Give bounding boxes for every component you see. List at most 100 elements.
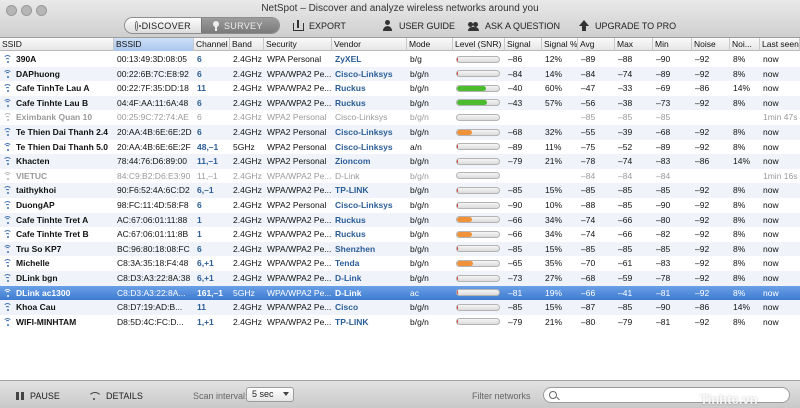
network-row[interactable]: VIETUC 84:C9:B2:D6:E3:90 11,–1 2.4GHz WPA/WP…	[0, 169, 800, 184]
bssid-cell: 84:C9:B2:D6:E3:90	[117, 170, 191, 181]
network-row[interactable]: Cafe Tinhte Lau B 04:4F:AA:11:6A:48 6 2.4GH…	[0, 95, 800, 111]
bssid-cell: 00:22:6B:7C:E8:92	[117, 68, 189, 79]
band-cell: 5GHz	[233, 141, 255, 152]
details-button[interactable]: DETAILS	[88, 390, 143, 402]
column-header-band[interactable]: Band	[230, 38, 264, 51]
network-row[interactable]: Cafe TinhTe Lau A 00:22:7F:35:DD:18 11 2.4G…	[0, 81, 800, 96]
network-row[interactable]: Te Thien Dai Thanh 2.4 20:AA:4B:6E:6E:2D 6…	[0, 125, 800, 140]
network-row[interactable]: 390A 00:13:49:3D:08:05 6 2.4GHz WPA Personal…	[0, 52, 800, 67]
noise-cell: –92	[695, 68, 710, 79]
column-header-max[interactable]: Max	[615, 38, 653, 51]
discover-label: DISCOVER	[141, 20, 191, 31]
ssid-cell: Cafe Tinhte Lau B	[0, 96, 114, 111]
band-cell: 2.4GHz	[233, 97, 262, 108]
noise-cell: –86	[695, 156, 710, 167]
band-cell: 2.4GHz	[233, 83, 262, 94]
ssid-text: Cafe TinhTe Lau A	[16, 83, 90, 94]
noise-pct-cell: 8%	[733, 127, 746, 137]
last-seen-cell: 1min 16s	[763, 170, 798, 181]
column-header-avg[interactable]: Avg	[578, 38, 615, 51]
scan-interval-label: Scan interval:	[193, 391, 248, 401]
column-header-bssid[interactable]: BSSID	[114, 38, 194, 51]
network-row[interactable]: Cafe Tinhte Tret A AC:67:06:01:11:88 1 2.4G…	[0, 212, 800, 228]
ssid-text: Cafe Tinhte Tret A	[16, 214, 89, 225]
vendor-cell: Cisco-Linksys	[335, 112, 388, 123]
column-header-security[interactable]: Security	[264, 38, 332, 51]
noise-cell: –92	[695, 273, 710, 283]
network-row[interactable]: DLink ac1300 C8:D3:A3:22:8A... 161,–1 5GHz W…	[0, 285, 800, 301]
network-row[interactable]: DuongAP 98:FC:11:4D:58:F8 6 2.4GHz WPA2 Pers…	[0, 198, 800, 213]
column-header-noise[interactable]: Noise	[692, 38, 730, 51]
ssid-text: DLink ac1300	[16, 287, 71, 298]
last-seen-cell: now	[763, 258, 779, 269]
snr-track	[456, 143, 500, 151]
min-cell: –82	[656, 229, 671, 240]
band-cell: 2.4GHz	[233, 273, 262, 283]
network-row[interactable]: taithykhoi 90:F6:52:4A:6C:D2 6,–1 2.4GHz WPA…	[0, 183, 800, 198]
discover-tab[interactable]: DISCOVER	[125, 18, 201, 33]
scan-interval-select[interactable]: 5 sec	[246, 387, 294, 402]
network-row[interactable]: WIFI-MINHTAM D8:5D:4C:FC:D... 1,+1 2.4GHz WP…	[0, 315, 800, 330]
signal-pct-cell: 19%	[545, 287, 563, 298]
mode-cell: b/g/n	[410, 273, 429, 283]
user-guide-label: USER GUIDE	[399, 20, 456, 31]
mode-cell: b/g/n	[410, 83, 429, 94]
wifi-icon	[3, 230, 12, 239]
column-header-min[interactable]: Min	[653, 38, 692, 51]
survey-tab[interactable]: SURVEY	[201, 18, 279, 33]
snr-track	[456, 289, 500, 297]
column-header-snr[interactable]: Level (SNR)	[453, 38, 505, 51]
mode-cell: b/g/n	[410, 200, 429, 210]
max-cell: –79	[618, 316, 633, 327]
column-header-vendor[interactable]: Vendor	[332, 38, 407, 51]
bssid-cell: 00:13:49:3D:08:05	[117, 54, 187, 64]
snr-level-bar	[453, 242, 505, 257]
channel-cell: 6,+1	[197, 258, 214, 269]
wifi-icon	[3, 186, 12, 195]
noise-cell: –86	[695, 302, 710, 313]
band-cell: 2.4GHz	[233, 54, 262, 64]
network-row[interactable]: Eximbank Quan 10 00:25:9C:72:74:AE 6 2.4GHz…	[0, 110, 800, 125]
wifi-icon	[3, 288, 12, 298]
column-header-signal-pct[interactable]: Signal %	[542, 38, 578, 51]
column-header-channel[interactable]: Channel	[194, 38, 230, 51]
upgrade-button[interactable]: UPGRADE TO PRO	[578, 19, 676, 32]
network-row[interactable]: Cafe Tinhte Tret B AC:67:06:01:11:8B 1 2.4G…	[0, 227, 800, 242]
vendor-cell: D-Link	[335, 287, 362, 298]
mode-cell: a/n	[410, 141, 422, 152]
last-seen-cell: now	[763, 83, 779, 94]
survey-pin-icon	[212, 20, 220, 31]
last-seen-cell: now	[763, 243, 779, 254]
export-button[interactable]: EXPORT	[292, 19, 346, 32]
snr-fill	[457, 260, 473, 266]
column-header-mode[interactable]: Mode	[407, 38, 453, 51]
network-row[interactable]: DAPhuong 00:22:6B:7C:E8:92 6 2.4GHz WPA/WPA2…	[0, 66, 800, 82]
band-cell: 2.4GHz	[233, 316, 262, 327]
wifi-icon	[3, 157, 12, 166]
network-row[interactable]: Te Thien Dai Thanh 5.0 20:AA:4B:6E:6E:2F 4…	[0, 140, 800, 155]
network-row[interactable]: Michelle C8:3A:35:18:F4:48 6,+1 2.4GHz WPA/W…	[0, 256, 800, 271]
column-header-noise-pct[interactable]: Noi...	[730, 38, 760, 51]
ask-question-button[interactable]: ASK A QUESTION	[468, 19, 560, 32]
column-header-ssid[interactable]: SSID	[0, 38, 114, 51]
avg-cell: –74	[581, 214, 596, 225]
signal-cell: –66	[508, 229, 523, 240]
pause-button[interactable]: PAUSE	[16, 390, 60, 402]
max-cell: –74	[618, 68, 633, 79]
user-guide-button[interactable]: USER GUIDE	[382, 19, 455, 32]
last-seen-cell: 1min 47s	[763, 112, 798, 123]
column-header-signal[interactable]: Signal	[505, 38, 542, 51]
security-cell: WPA2 Personal	[267, 156, 327, 167]
network-row[interactable]: Khacten 78:44:76:D6:89:00 11,–1 2.4GHz WPA2 …	[0, 154, 800, 169]
network-row[interactable]: Tru So KP7 BC:96:80:18:08:FC 6 2.4GHz WPA/WP…	[0, 241, 800, 257]
snr-level-bar	[453, 271, 505, 286]
vendor-cell: Shenzhen	[335, 243, 376, 254]
snr-level-bar	[453, 81, 505, 96]
network-row[interactable]: Khoa Cau C8:D7:19:AD:B... 11 2.4GHz WPA/WPA2…	[0, 300, 800, 315]
snr-level-bar	[453, 315, 505, 330]
network-row[interactable]: DLink bgn C8:D3:A3:22:8A:38 6,+1 2.4GHz WPA/…	[0, 271, 800, 286]
column-header-last-seen[interactable]: Last seen	[760, 38, 800, 51]
mode-cell: b/g/n	[410, 68, 429, 79]
noise-pct-cell: 8%	[733, 141, 746, 152]
snr-track	[456, 70, 500, 78]
